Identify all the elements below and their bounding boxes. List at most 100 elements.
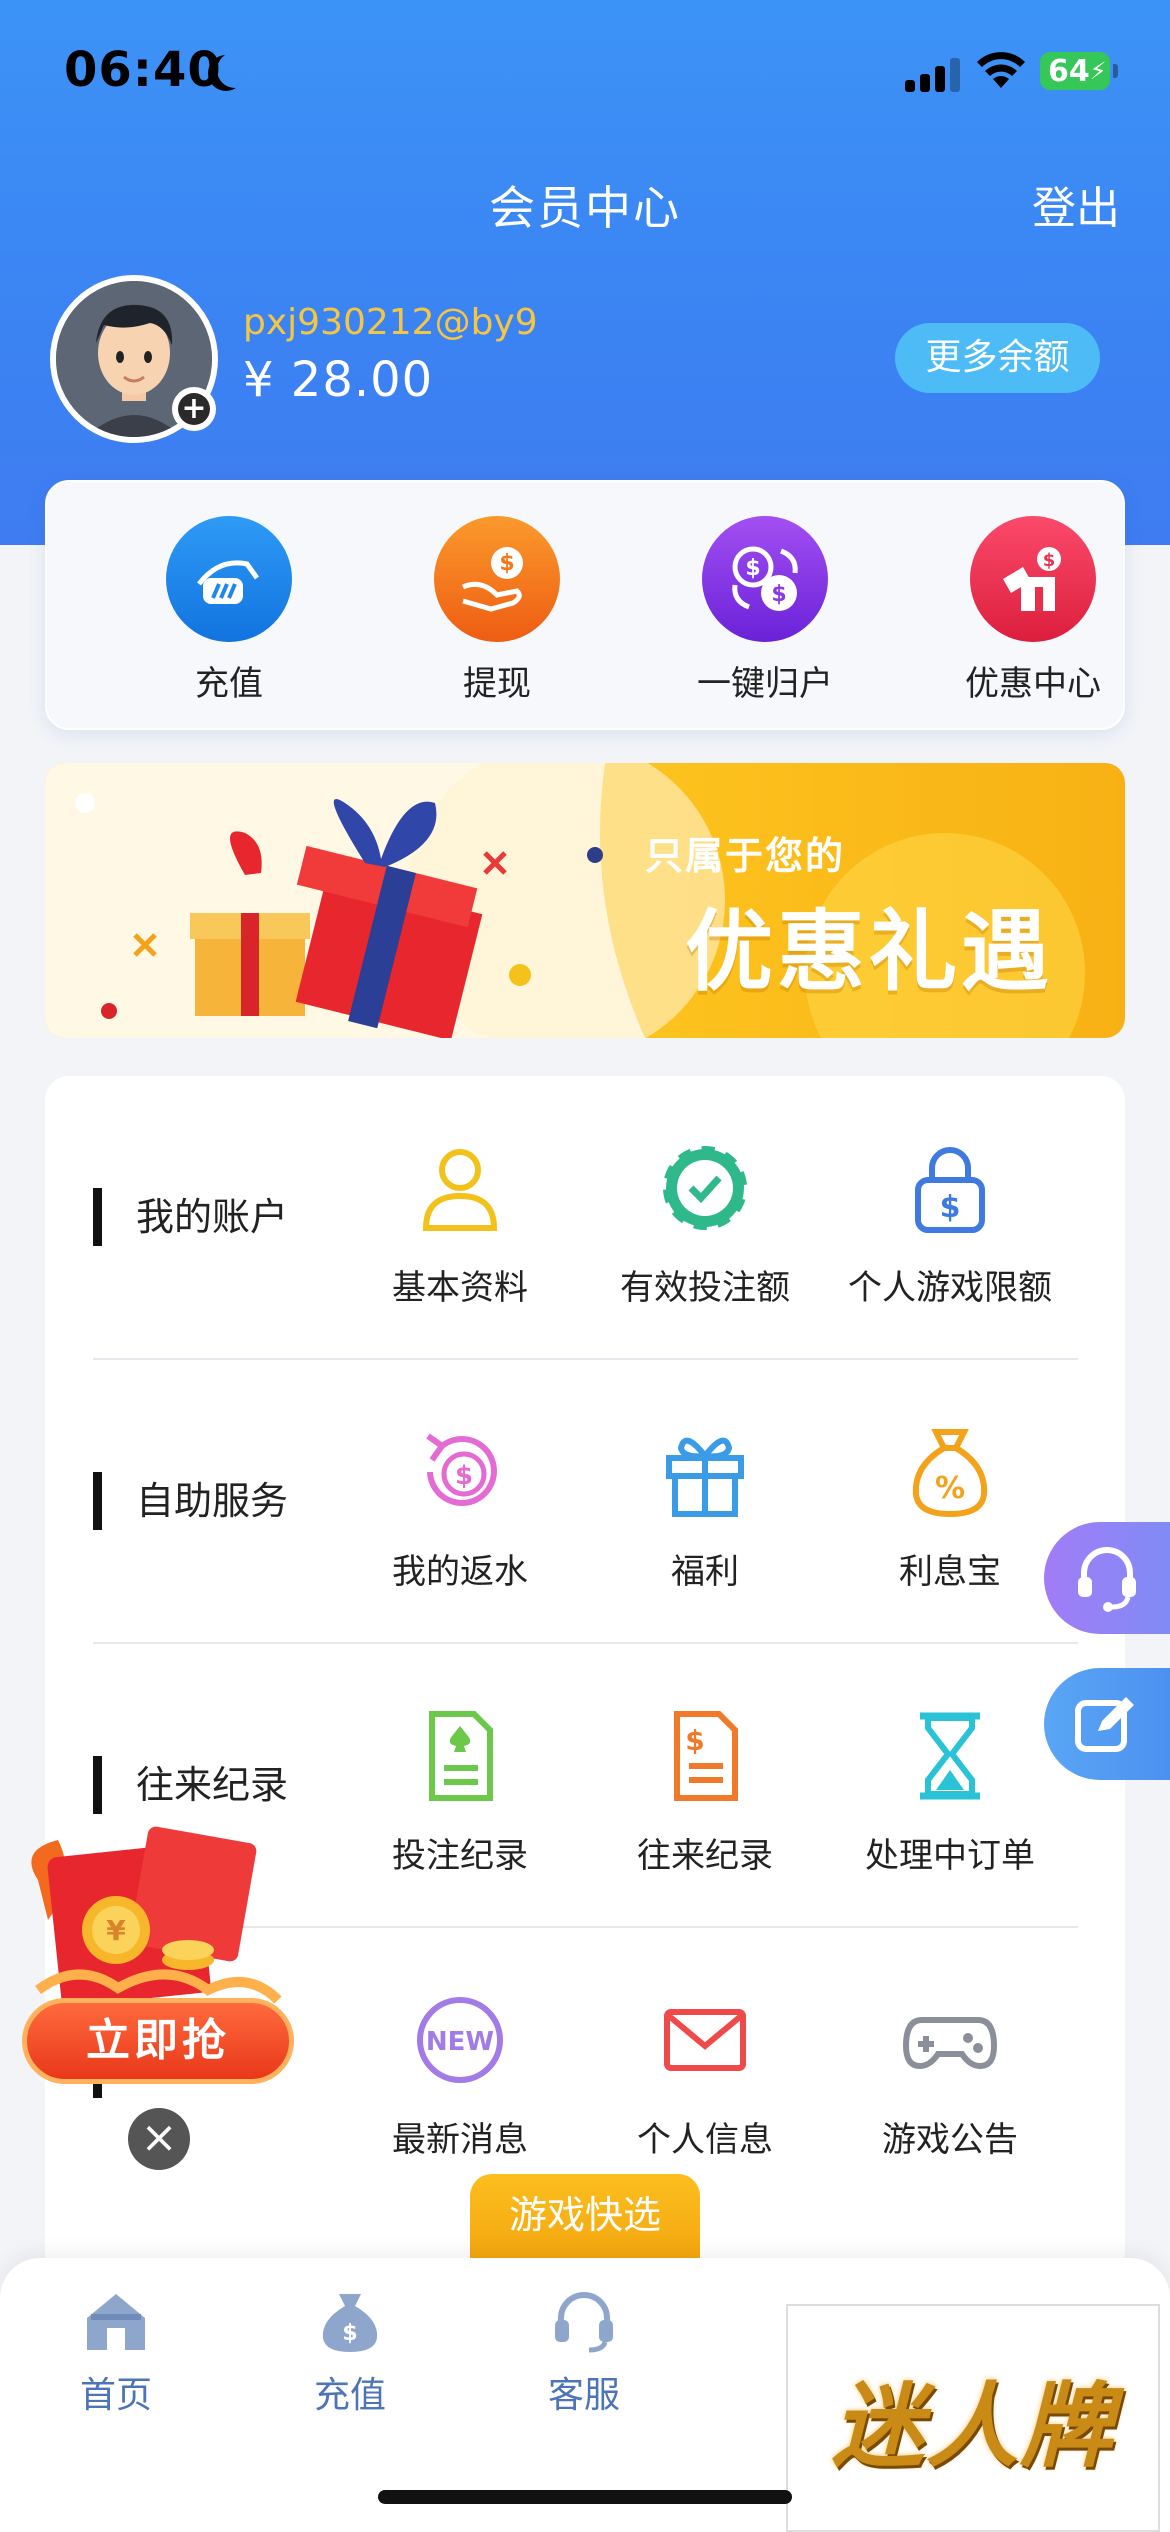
svg-text:$: $ — [940, 1190, 961, 1225]
feedback-float-button[interactable] — [1044, 1668, 1170, 1780]
moon-icon — [217, 52, 253, 88]
gift-coupon-icon: $ — [970, 516, 1096, 642]
menu-label: 最新消息 — [392, 2120, 528, 2160]
add-avatar-icon[interactable]: + — [172, 387, 216, 431]
section-my-account: 我的账户 基本资料 有效投注额 $ 个人游戏限额 — [45, 1076, 1125, 1360]
mail-icon — [664, 2009, 746, 2071]
transfer-coins-icon: $ $ — [702, 516, 828, 642]
battery-indicator: 64 ⚡ — [1040, 52, 1118, 90]
tab-deposit[interactable]: $ 充值 — [270, 2288, 430, 2418]
deposit-action[interactable]: 充值 — [129, 516, 329, 705]
withdraw-hand-icon: $ — [434, 516, 560, 642]
withdraw-label: 提现 — [463, 664, 531, 704]
new-badge-icon: NEW — [417, 1997, 503, 2083]
pending-orders-item[interactable]: 处理中订单 — [830, 1706, 1070, 1877]
menu-label: 福利 — [671, 1552, 739, 1592]
logout-button[interactable]: 登出 — [1032, 172, 1120, 236]
battery-level: 64 — [1048, 53, 1090, 89]
one-click-transfer-label: 一键归户 — [697, 664, 833, 704]
withdraw-action[interactable]: $ 提现 — [397, 516, 597, 705]
rebate-dollar-icon: $ — [426, 1433, 497, 1506]
tab-customer-service[interactable]: 客服 — [504, 2288, 664, 2418]
menu-label: 个人信息 — [637, 2120, 773, 2160]
page-title: 会员中心 — [489, 181, 681, 235]
bet-record-item[interactable]: 投注纪录 — [340, 1706, 580, 1877]
promo-center-label: 优惠中心 — [965, 664, 1101, 704]
close-icon[interactable]: × — [128, 2108, 190, 2170]
section-title: 往来纪录 — [93, 1756, 288, 1814]
banner-title: 优惠礼遇 — [685, 900, 1054, 1003]
svg-text:$: $ — [342, 2321, 357, 2346]
svg-text:$: $ — [771, 582, 786, 607]
money-bag-icon: % — [912, 1429, 988, 1518]
deposit-hand-icon — [166, 516, 292, 642]
svg-text:$: $ — [745, 556, 760, 581]
latest-news-item[interactable]: NEW 最新消息 — [340, 1990, 580, 2161]
quick-actions-card: 充值 $ 提现 $ $ 一键归户 $ 优惠中心 — [45, 480, 1125, 730]
section-self-service: 自助服务 $ 我的返水 福利 % 利息宝 — [45, 1360, 1125, 1644]
balance-amount: ¥ 28.00 — [243, 352, 434, 408]
chip-check-icon — [660, 1143, 750, 1233]
basic-info-item[interactable]: 基本资料 — [340, 1138, 580, 1309]
welfare-item[interactable]: 福利 — [585, 1422, 825, 1593]
promo-center-action[interactable]: $ 优惠中心 — [933, 516, 1133, 705]
transaction-record-item[interactable]: $ 往来纪录 — [585, 1706, 825, 1877]
headset-icon — [1078, 1547, 1136, 1612]
watermark-text: 迷人牌 — [831, 2372, 1114, 2480]
menu-label: 投注纪录 — [392, 1836, 528, 1876]
signal-icon — [905, 56, 961, 92]
home-indicator — [378, 2490, 792, 2504]
rebate-item[interactable]: $ 我的返水 — [340, 1422, 580, 1593]
tab-home[interactable]: 首页 — [36, 2288, 196, 2418]
hourglass-icon — [920, 1712, 980, 1800]
edit-icon — [1075, 1697, 1134, 1752]
one-click-transfer-action[interactable]: $ $ 一键归户 — [665, 516, 865, 705]
grab-now-button[interactable]: 立即抢 — [22, 1998, 294, 2084]
svg-text:$: $ — [685, 1724, 704, 1757]
menu-label: 有效投注额 — [620, 1268, 790, 1308]
game-notice-item[interactable]: 游戏公告 — [830, 1990, 1070, 2161]
menu-label: 我的返水 — [392, 1552, 528, 1592]
status-bar: 06:40 64 ⚡ — [0, 0, 1170, 140]
menu-label: 基本资料 — [392, 1268, 528, 1308]
money-bag-icon: $ — [322, 2294, 378, 2352]
menu-label: 游戏公告 — [882, 2120, 1018, 2160]
gift-icon — [666, 1437, 744, 1517]
headset-icon — [555, 2292, 613, 2353]
plus-sign: + — [178, 393, 210, 425]
svg-text:$: $ — [1043, 550, 1056, 571]
game-quick-pick-tab[interactable]: 游戏快选 — [470, 2174, 700, 2260]
tab-label: 客服 — [547, 2375, 620, 2416]
lock-dollar-icon: $ — [915, 1147, 985, 1233]
banner-subtitle: 只属于您的 — [645, 834, 846, 878]
menu-label: 利息宝 — [899, 1552, 1001, 1592]
menu-card: 我的账户 基本资料 有效投注额 $ 个人游戏限额 自助服务 $ 我的返水 福利 … — [45, 1076, 1125, 2276]
menu-label: 个人游戏限额 — [848, 1268, 1052, 1308]
section-title: 我的账户 — [93, 1188, 288, 1246]
red-envelope-icon: ¥ — [31, 1826, 282, 2007]
gamepad-icon — [902, 2017, 998, 2070]
status-time: 06:40 — [64, 42, 222, 98]
customer-service-float-button[interactable] — [1044, 1522, 1170, 1634]
tab-label: 充值 — [313, 2375, 386, 2416]
more-balance-button[interactable]: 更多余额 — [895, 323, 1100, 393]
transaction-doc-icon: $ — [674, 1711, 738, 1801]
personal-message-item[interactable]: 个人信息 — [585, 1990, 825, 2161]
bet-record-icon — [429, 1711, 493, 1801]
svg-text:$: $ — [499, 551, 514, 576]
wifi-icon — [977, 52, 1025, 88]
home-icon — [87, 2294, 145, 2350]
svg-text:%: % — [935, 1471, 965, 1506]
avatar[interactable]: + — [50, 275, 218, 443]
game-limit-item[interactable]: $ 个人游戏限额 — [830, 1138, 1070, 1309]
interest-item[interactable]: % 利息宝 — [830, 1422, 1070, 1593]
watermark-logo: 迷人牌 — [786, 2304, 1160, 2532]
svg-text:¥: ¥ — [106, 1914, 126, 1947]
deposit-label: 充值 — [195, 664, 263, 704]
menu-label: 处理中订单 — [865, 1836, 1035, 1876]
svg-text:NEW: NEW — [426, 2027, 494, 2057]
section-title: 自助服务 — [93, 1472, 288, 1530]
menu-label: 往来纪录 — [637, 1836, 773, 1876]
promo-banner[interactable]: 只属于您的 优惠礼遇 — [45, 763, 1125, 1038]
valid-bet-item[interactable]: 有效投注额 — [585, 1138, 825, 1309]
